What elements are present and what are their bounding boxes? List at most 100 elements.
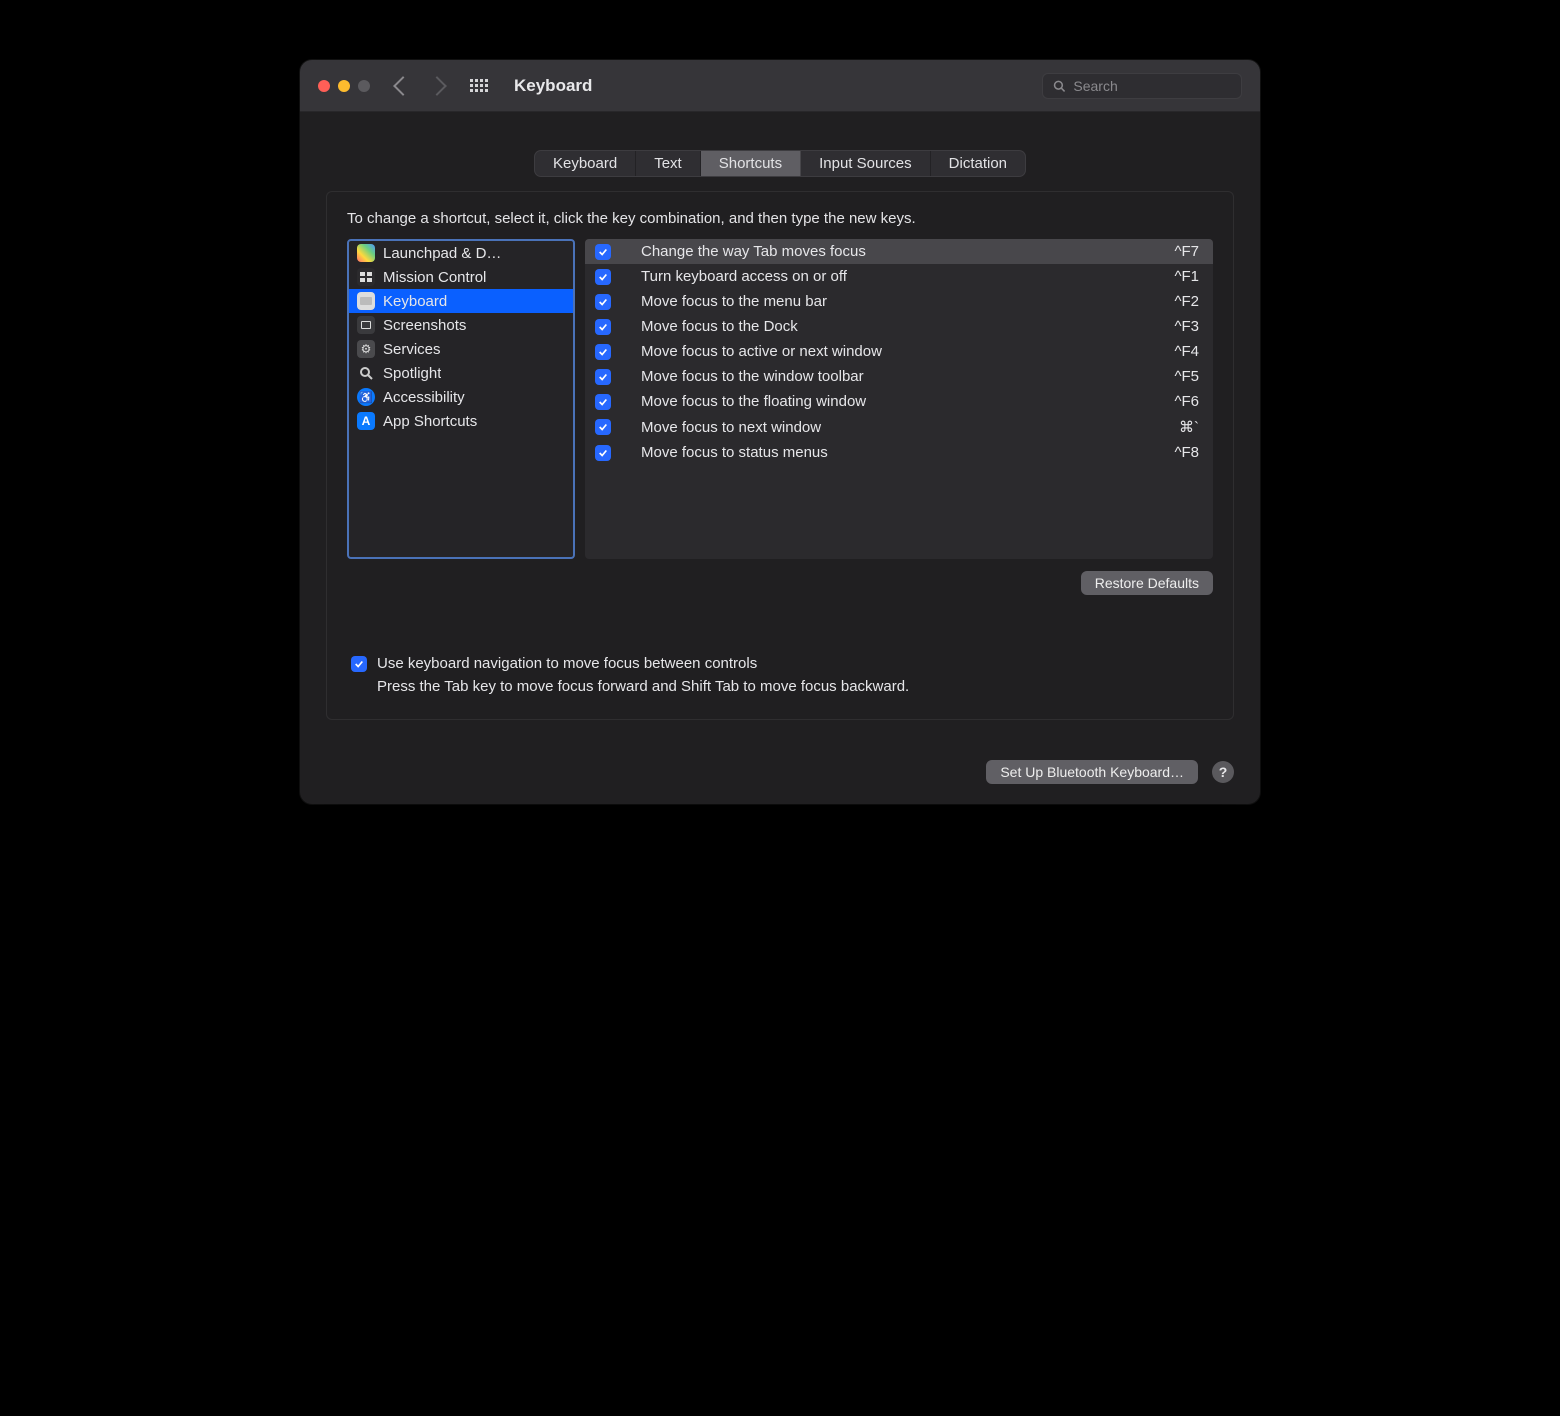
show-all-button[interactable] (470, 79, 488, 92)
shortcut-label: Change the way Tab moves focus (623, 243, 1162, 260)
accessibility-icon: ♿ (357, 388, 375, 406)
keyboard-nav-subtext: Press the Tab key to move focus forward … (377, 678, 1213, 695)
footer: Set Up Bluetooth Keyboard… ? (300, 744, 1260, 804)
shortcut-row[interactable]: Move focus to the Dock ^F3 (585, 314, 1213, 339)
shortcut-label: Move focus to status menus (623, 444, 1162, 461)
shortcut-row[interactable]: Turn keyboard access on or off ^F1 (585, 264, 1213, 289)
bluetooth-keyboard-button[interactable]: Set Up Bluetooth Keyboard… (986, 760, 1198, 784)
check-icon (598, 448, 608, 458)
check-icon (354, 659, 364, 669)
category-list[interactable]: Launchpad & D… Mission Control Keyboard Scr… (347, 239, 575, 559)
content-area: KeyboardTextShortcutsInput SourcesDictat… (300, 112, 1260, 744)
shortcut-label: Move focus to next window (623, 419, 1167, 436)
help-button[interactable]: ? (1212, 761, 1234, 783)
category-app-shortcuts[interactable]: A App Shortcuts (349, 409, 573, 433)
keyboard-icon (357, 292, 375, 310)
shortcut-row[interactable]: Move focus to next window ⌘` (585, 414, 1213, 440)
shortcut-checkbox[interactable] (595, 294, 611, 310)
shortcut-checkbox[interactable] (595, 319, 611, 335)
shortcut-key[interactable]: ^F7 (1174, 243, 1199, 260)
traffic-lights (318, 80, 370, 92)
category-label: Spotlight (383, 365, 441, 382)
keyboard-nav-section: Use keyboard navigation to move focus be… (347, 655, 1213, 695)
shortcut-list[interactable]: Change the way Tab moves focus ^F7 Turn ke… (585, 239, 1213, 559)
shortcut-label: Turn keyboard access on or off (623, 268, 1162, 285)
category-launchpad[interactable]: Launchpad & D… (349, 241, 573, 265)
shortcut-label: Move focus to the menu bar (623, 293, 1162, 310)
nav-arrows (396, 79, 444, 93)
shortcut-checkbox[interactable] (595, 445, 611, 461)
category-screenshots[interactable]: Screenshots (349, 313, 573, 337)
shortcut-row[interactable]: Move focus to the menu bar ^F2 (585, 289, 1213, 314)
category-keyboard[interactable]: Keyboard (349, 289, 573, 313)
tab-input-sources[interactable]: Input Sources (801, 151, 931, 176)
titlebar: Keyboard (300, 60, 1260, 112)
shortcut-checkbox[interactable] (595, 419, 611, 435)
search-field[interactable] (1042, 73, 1242, 99)
close-button[interactable] (318, 80, 330, 92)
shortcut-row[interactable]: Move focus to active or next window ^F4 (585, 339, 1213, 364)
tab-bar: KeyboardTextShortcutsInput SourcesDictat… (534, 150, 1026, 177)
category-spotlight[interactable]: Spotlight (349, 361, 573, 385)
screenshots-icon (357, 316, 375, 334)
zoom-button[interactable] (358, 80, 370, 92)
category-label: Services (383, 341, 441, 358)
search-input[interactable] (1073, 78, 1231, 94)
check-icon (598, 397, 608, 407)
shortcut-row[interactable]: Change the way Tab moves focus ^F7 (585, 239, 1213, 264)
shortcut-label: Move focus to active or next window (623, 343, 1162, 360)
forward-button[interactable] (427, 76, 447, 96)
check-icon (598, 347, 608, 357)
shortcut-row[interactable]: Move focus to status menus ^F8 (585, 440, 1213, 465)
shortcut-key[interactable]: ^F3 (1174, 318, 1199, 335)
services-icon: ⚙ (357, 340, 375, 358)
category-services[interactable]: ⚙ Services (349, 337, 573, 361)
shortcut-checkbox[interactable] (595, 369, 611, 385)
search-icon (1053, 79, 1065, 93)
shortcut-key[interactable]: ^F8 (1174, 444, 1199, 461)
mission-control-icon (357, 268, 375, 286)
shortcut-key[interactable]: ^F5 (1174, 368, 1199, 385)
back-button[interactable] (393, 76, 413, 96)
shortcut-label: Move focus to the Dock (623, 318, 1162, 335)
check-icon (598, 322, 608, 332)
shortcut-label: Move focus to the floating window (623, 393, 1162, 410)
shortcut-key[interactable]: ^F1 (1174, 268, 1199, 285)
preferences-window: Keyboard KeyboardTextShortcutsInput Sour… (300, 60, 1260, 804)
shortcut-key[interactable]: ^F4 (1174, 343, 1199, 360)
shortcut-row[interactable]: Move focus to the window toolbar ^F5 (585, 364, 1213, 389)
shortcut-checkbox[interactable] (595, 269, 611, 285)
category-label: Launchpad & D… (383, 245, 501, 262)
restore-defaults-button[interactable]: Restore Defaults (1081, 571, 1213, 595)
shortcut-key[interactable]: ^F6 (1174, 393, 1199, 410)
shortcut-checkbox[interactable] (595, 344, 611, 360)
tab-keyboard[interactable]: Keyboard (535, 151, 636, 176)
category-label: Keyboard (383, 293, 447, 310)
category-mission-control[interactable]: Mission Control (349, 265, 573, 289)
category-label: Mission Control (383, 269, 486, 286)
spotlight-icon (357, 364, 375, 382)
shortcuts-panel: To change a shortcut, select it, click t… (326, 191, 1234, 720)
keyboard-nav-checkbox[interactable] (351, 656, 367, 672)
check-icon (598, 372, 608, 382)
tab-shortcuts[interactable]: Shortcuts (701, 151, 801, 176)
launchpad-icon (357, 244, 375, 262)
shortcut-checkbox[interactable] (595, 394, 611, 410)
minimize-button[interactable] (338, 80, 350, 92)
check-icon (598, 247, 608, 257)
shortcut-row[interactable]: Move focus to the floating window ^F6 (585, 389, 1213, 414)
tab-dictation[interactable]: Dictation (931, 151, 1025, 176)
shortcut-label: Move focus to the window toolbar (623, 368, 1162, 385)
check-icon (598, 422, 608, 432)
check-icon (598, 297, 608, 307)
window-title: Keyboard (514, 76, 1034, 96)
category-label: Accessibility (383, 389, 465, 406)
shortcut-key[interactable]: ^F2 (1174, 293, 1199, 310)
category-accessibility[interactable]: ♿ Accessibility (349, 385, 573, 409)
check-icon (598, 272, 608, 282)
shortcut-key[interactable]: ⌘` (1179, 418, 1199, 436)
tab-text[interactable]: Text (636, 151, 701, 176)
category-label: App Shortcuts (383, 413, 477, 430)
shortcut-checkbox[interactable] (595, 244, 611, 260)
app-shortcuts-icon: A (357, 412, 375, 430)
